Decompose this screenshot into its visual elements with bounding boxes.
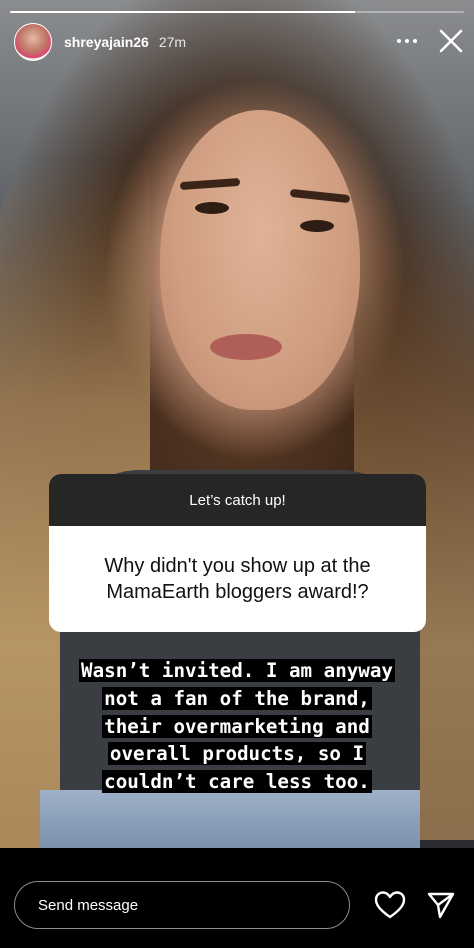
story-header[interactable]: shreyajain26 27m — [14, 22, 186, 62]
story-caption: Wasn’t invited. I am anyway not a fan of… — [20, 657, 454, 796]
caption-line: their overmarketing and — [102, 714, 372, 738]
dot — [413, 39, 417, 43]
send-message-input[interactable]: Send message — [14, 881, 350, 929]
more-options-icon[interactable] — [392, 33, 422, 49]
photo-eye-right — [300, 220, 334, 232]
question-sticker-question: Why didn't you show up at the MamaEarth … — [104, 555, 371, 603]
story-progress-bar — [10, 11, 464, 13]
close-icon[interactable] — [436, 26, 466, 56]
photo-eye-left — [195, 202, 229, 214]
photo-lips — [210, 334, 282, 360]
caption-line: overall products, so I — [107, 742, 367, 766]
send-message-placeholder: Send message — [38, 896, 139, 914]
question-sticker[interactable]: Let’s catch up! Why didn't you show up a… — [49, 474, 426, 632]
caption-line: Wasn’t invited. I am anyway — [79, 659, 395, 682]
caption-line: couldn’t care less too. — [102, 770, 372, 794]
post-time: 27m — [158, 34, 187, 50]
story-progress-fill — [10, 11, 356, 13]
username[interactable]: shreyajain26 — [64, 34, 149, 50]
avatar[interactable] — [14, 23, 52, 61]
question-sticker-title: Let’s catch up! — [49, 474, 426, 526]
send-icon[interactable] — [426, 890, 456, 920]
caption-line: not a fan of the brand, — [102, 686, 372, 710]
heart-icon[interactable] — [374, 890, 406, 920]
dot — [397, 39, 401, 43]
photo-face — [160, 110, 360, 410]
photo-jeans — [40, 790, 420, 848]
dot — [405, 39, 409, 43]
